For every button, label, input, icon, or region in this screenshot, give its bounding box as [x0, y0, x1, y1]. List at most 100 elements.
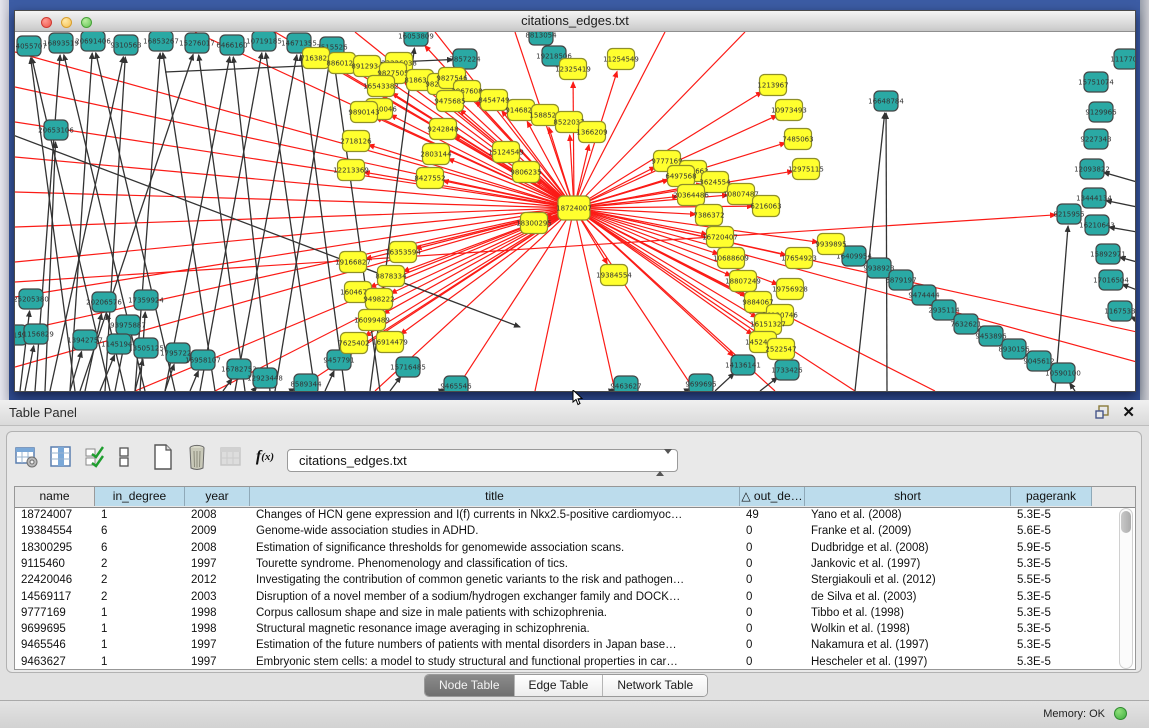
graph-node[interactable]: 7857224: [449, 49, 481, 69]
graph-node[interactable]: 19166827: [335, 252, 371, 273]
float-panel-icon[interactable]: [1095, 405, 1109, 419]
select-rows-icon[interactable]: [82, 444, 108, 470]
desktop-left-edge: [0, 0, 9, 400]
graph-node[interactable]: 2522547: [765, 339, 796, 360]
graph-node[interactable]: 10688609: [713, 248, 749, 269]
table-cell: 0: [740, 556, 805, 572]
graph-node[interactable]: 9045612: [1023, 351, 1054, 371]
table-row[interactable]: 946554611997Estimation of the future num…: [15, 637, 1135, 653]
column-header-out_de[interactable]: △ out_de…: [740, 487, 805, 506]
graph-node[interactable]: 16720407: [702, 227, 738, 248]
graph-node[interactable]: 16099489: [354, 310, 390, 331]
graph-node[interactable]: 12213369: [333, 160, 369, 181]
table-row[interactable]: 946362711997Embryonic stem cells: a mode…: [15, 654, 1135, 670]
graph-node[interactable]: 6497568: [665, 166, 696, 187]
delete-table-icon[interactable]: [184, 444, 210, 470]
graph-node[interactable]: 9463627: [610, 376, 641, 391]
graph-node[interactable]: 16543382: [363, 76, 399, 97]
rows-icon[interactable]: [116, 444, 132, 470]
graph-node[interactable]: 9890143: [348, 102, 379, 123]
graph-node[interactable]: 18724007: [556, 196, 592, 220]
graph-node[interactable]: 8878334: [375, 266, 407, 287]
graph-node[interactable]: 8427552: [414, 168, 445, 189]
tab-edge-table[interactable]: Edge Table: [515, 675, 604, 696]
table-cell: 5.3E-5: [1011, 621, 1092, 637]
graph-node[interactable]: 9806235: [510, 162, 541, 183]
table-settings-icon[interactable]: [14, 444, 40, 470]
table-row[interactable]: 911546021997Tourette syndrome. Phenomeno…: [15, 556, 1135, 572]
table-row[interactable]: 1872400712008Changes of HCN gene express…: [15, 507, 1135, 523]
column-header-year[interactable]: year: [185, 487, 250, 506]
table-row[interactable]: 2242004622012Investigating the contribut…: [15, 572, 1135, 588]
citation-network-graph[interactable]: 1872400724055707168935192069140693105631…: [15, 32, 1135, 391]
graph-node[interactable]: 10973493: [771, 100, 807, 121]
graph-node[interactable]: 7625402: [338, 333, 369, 354]
network-window-titlebar[interactable]: citations_edges.txt: [15, 11, 1135, 32]
graph-node[interactable]: 9465546: [440, 376, 472, 391]
graph-node[interactable]: 6879197: [885, 270, 916, 290]
network-canvas[interactable]: 1872400724055707168935192069140693105631…: [15, 32, 1135, 391]
graph-node[interactable]: 18807249: [725, 271, 761, 292]
table-row[interactable]: 977716911998Corpus callosum shape and si…: [15, 605, 1135, 621]
graph-node[interactable]: 9939895: [815, 234, 846, 255]
graph-node[interactable]: 8215955: [1053, 204, 1084, 224]
graph-node[interactable]: 9242848: [427, 119, 458, 140]
function-builder-icon[interactable]: f(x): [252, 444, 278, 470]
new-table-icon[interactable]: [150, 444, 176, 470]
close-panel-icon[interactable]: ✕: [1122, 403, 1135, 421]
graph-node[interactable]: 8813054: [525, 32, 557, 45]
table-row[interactable]: 1938455462009Genome-wide association stu…: [15, 523, 1135, 539]
graph-node[interactable]: 16353594: [385, 242, 421, 263]
column-header-title[interactable]: title: [250, 487, 740, 506]
column-header-name[interactable]: name: [15, 487, 95, 506]
table-cell: Wolkin et al. (1998): [805, 621, 1011, 637]
table-selector-dropdown[interactable]: citations_edges.txt: [287, 449, 678, 472]
graph-node[interactable]: 8589344: [290, 374, 322, 391]
graph-node[interactable]: 9498222: [363, 289, 394, 310]
tab-node-table[interactable]: Node Table: [425, 675, 515, 696]
table-row[interactable]: 1456911722003Disruption of a novel membe…: [15, 589, 1135, 605]
graph-node[interactable]: 2718126: [340, 131, 372, 152]
graph-node[interactable]: 9227343: [1080, 129, 1111, 149]
graph-node-label: 10688609: [713, 255, 749, 263]
scrollbar-thumb[interactable]: [1121, 511, 1131, 533]
graph-node[interactable]: 12975115: [788, 159, 824, 180]
column-header-in_degree[interactable]: in_degree: [95, 487, 185, 506]
graph-node[interactable]: 19756928: [772, 279, 808, 300]
graph-node[interactable]: 19384554: [596, 265, 632, 286]
graph-node[interactable]: 9129966: [1085, 102, 1117, 122]
graph-node[interactable]: 1167533: [1104, 301, 1135, 321]
table-vertical-scrollbar[interactable]: [1119, 508, 1133, 669]
graph-node[interactable]: 9699695: [685, 374, 716, 391]
graph-node[interactable]: 7632621: [950, 314, 981, 334]
graph-node[interactable]: 1117706: [1110, 49, 1135, 69]
graph-node[interactable]: 9310563: [110, 35, 141, 55]
graph-node[interactable]: 16914479: [372, 332, 408, 353]
graph-node[interactable]: 17654923: [781, 248, 817, 269]
graph-node[interactable]: 1733426: [771, 360, 803, 380]
graph-node[interactable]: 2803144: [420, 144, 452, 165]
graph-node[interactable]: 8930156: [998, 339, 1030, 359]
show-columns-icon[interactable]: [48, 444, 74, 470]
graph-node[interactable]: 7386372: [693, 205, 724, 226]
graph-node[interactable]: 15124549: [488, 142, 524, 163]
table-row[interactable]: 1830029562008Estimation of significance …: [15, 540, 1135, 556]
graph-node-label: 12975115: [788, 166, 824, 174]
graph-node[interactable]: 1366209: [576, 122, 607, 143]
graph-node[interactable]: 18300295: [516, 213, 552, 234]
graph-node[interactable]: 20364486: [673, 185, 709, 206]
graph-node[interactable]: 11254549: [603, 49, 639, 70]
table-row[interactable]: 969969511998Structural magnetic resonanc…: [15, 621, 1135, 637]
graph-node[interactable]: 12325419: [555, 59, 591, 80]
graph-node[interactable]: 9475685: [434, 91, 465, 112]
graph-node[interactable]: 7485063: [782, 129, 813, 150]
graph-node[interactable]: 6216063: [750, 196, 781, 217]
column-header-short[interactable]: short: [805, 487, 1011, 506]
graph-node-label: 9806235: [510, 169, 541, 177]
column-header-pagerank[interactable]: pagerank: [1011, 487, 1092, 506]
graph-node[interactable]: 1213967: [757, 75, 788, 96]
memory-status-indicator[interactable]: [1114, 707, 1127, 720]
import-table-disabled-icon: [218, 444, 244, 470]
graph-node[interactable]: 6466160: [216, 35, 247, 55]
tab-network-table[interactable]: Network Table: [603, 675, 707, 696]
